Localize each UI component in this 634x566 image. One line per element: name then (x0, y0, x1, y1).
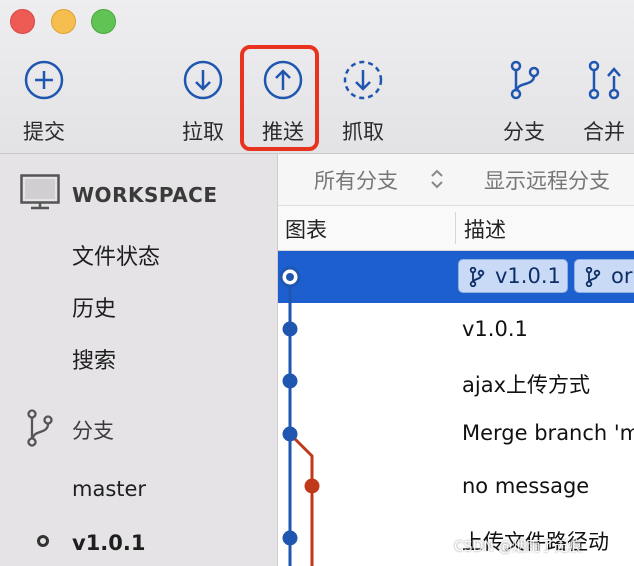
push-highlight-box (240, 45, 319, 151)
arrow-down-circle-icon (183, 60, 223, 100)
show-remote-branches-toggle[interactable]: 显示远程分支 (484, 165, 610, 195)
commit-description: ajax上传方式 (462, 373, 590, 397)
sidebar-item-history[interactable]: 历史 (72, 291, 116, 323)
sidebar (0, 154, 278, 566)
branch-item-master[interactable]: master (72, 477, 146, 501)
commit-description: no message (462, 474, 590, 498)
graph-node-head-center (286, 273, 294, 281)
merge-icon (588, 60, 621, 100)
plus-circle-icon (24, 60, 64, 100)
branch-label: 分支 (503, 120, 545, 144)
column-divider[interactable] (455, 212, 456, 244)
branch-icon (510, 60, 540, 100)
workspace-monitor-icon (20, 174, 60, 210)
commit-description: Merge branch 'm (462, 421, 634, 445)
fetch-dashed-circle-icon (343, 60, 383, 100)
fetch-button[interactable]: 抓取 (323, 58, 403, 146)
tag-label: or (611, 264, 633, 288)
branch-filter-select[interactable]: 所有分支 (314, 165, 398, 195)
branch-tag-origin[interactable]: or (574, 259, 634, 293)
pull-button[interactable]: 拉取 (163, 58, 243, 146)
branches-section-title: 分支 (72, 419, 114, 443)
pull-label: 拉取 (182, 120, 224, 144)
commit-graph (279, 266, 320, 566)
workspace-title: WORKSPACE (72, 183, 218, 207)
graph-node-branch[interactable] (304, 478, 320, 494)
graph-line-branch (288, 432, 314, 566)
column-header-description[interactable]: 描述 (464, 214, 506, 244)
commit-description: v1.0.1 (462, 317, 528, 341)
graph-node[interactable] (282, 321, 298, 337)
current-branch-indicator (37, 535, 49, 547)
commit-button[interactable]: 提交 (4, 58, 84, 146)
fetch-label: 抓取 (342, 120, 384, 144)
tag-branch-icon (469, 267, 485, 287)
sidebar-item-search[interactable]: 搜索 (72, 343, 116, 375)
branch-tag-v1-0-1[interactable]: v1.0.1 (458, 259, 568, 293)
tag-label: v1.0.1 (495, 264, 561, 288)
branch-item-v1-0-1[interactable]: v1.0.1 (72, 531, 145, 555)
graph-node[interactable] (282, 426, 298, 442)
commit-label: 提交 (23, 120, 65, 144)
merge-label: 合并 (583, 120, 625, 144)
graph-node[interactable] (282, 530, 298, 546)
sidebar-item-file-status[interactable]: 文件状态 (72, 239, 160, 271)
minimize-window-button[interactable] (51, 9, 76, 34)
watermark: CSDN @烟雨了无痕 (454, 539, 583, 555)
graph-node[interactable] (282, 373, 298, 389)
updown-chevron-icon (431, 169, 443, 189)
merge-button[interactable]: 合并 (564, 58, 634, 146)
column-header-row (278, 206, 634, 251)
maximize-window-button[interactable] (91, 9, 116, 34)
branch-button[interactable]: 分支 (484, 58, 564, 146)
close-window-button[interactable] (10, 9, 35, 34)
branches-icon (27, 409, 53, 447)
tag-branch-icon (585, 267, 601, 287)
column-header-graph[interactable]: 图表 (285, 214, 327, 244)
